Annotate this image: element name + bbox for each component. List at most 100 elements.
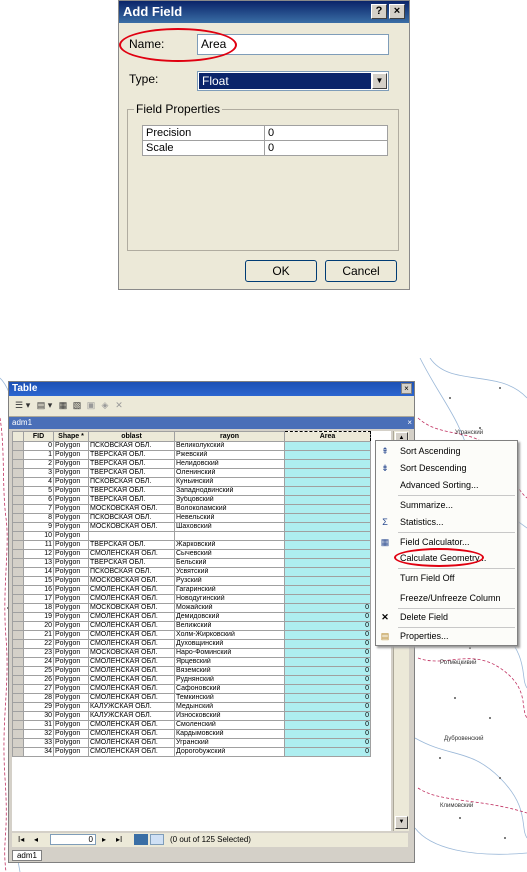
table-row[interactable]: 19 Polygon СМОЛЕНСКАЯ ОБЛ. Демидовский 0	[12, 612, 371, 622]
row-selector[interactable]	[12, 675, 24, 685]
zoom-to-selected-icon[interactable]: ◈	[99, 400, 111, 411]
table-row[interactable]: 30 Polygon КАЛУЖСКАЯ ОБЛ. Износковский 0	[12, 711, 371, 721]
cell-rayon[interactable]	[174, 531, 285, 541]
show-selected-records-icon[interactable]	[150, 834, 164, 845]
cell-fid[interactable]: 12	[23, 549, 54, 559]
table-row[interactable]: 29 Polygon КАЛУЖСКАЯ ОБЛ. Медынский 0	[12, 702, 371, 712]
cell-oblast[interactable]: СМОЛЕНСКАЯ ОБЛ.	[88, 729, 175, 739]
cell-area[interactable]: 0	[284, 603, 371, 613]
cell-fid[interactable]: 33	[23, 738, 54, 748]
cell-shape[interactable]: Polygon	[53, 612, 89, 622]
cell-rayon[interactable]: Куньинский	[174, 477, 285, 487]
cell-area[interactable]: 0	[284, 612, 371, 622]
table-row[interactable]: 28 Polygon СМОЛЕНСКАЯ ОБЛ. Темкинский 0	[12, 693, 371, 703]
cell-shape[interactable]: Polygon	[53, 531, 89, 541]
table-row[interactable]: 8 Polygon ПСКОВСКАЯ ОБЛ. Невельский	[12, 513, 371, 523]
cell-area[interactable]	[284, 513, 371, 523]
cell-fid[interactable]: 15	[23, 576, 54, 586]
close-icon[interactable]: ×	[401, 383, 412, 394]
cell-fid[interactable]: 20	[23, 621, 54, 631]
cell-rayon[interactable]: Сафоновский	[174, 684, 285, 694]
cell-fid[interactable]: 18	[23, 603, 54, 613]
row-selector[interactable]	[12, 531, 24, 541]
row-selector[interactable]	[12, 504, 24, 514]
cell-oblast[interactable]: СМОЛЕНСКАЯ ОБЛ.	[88, 684, 175, 694]
cell-fid[interactable]: 16	[23, 585, 54, 595]
row-selector[interactable]	[12, 468, 24, 478]
cell-oblast[interactable]: МОСКОВСКАЯ ОБЛ.	[88, 522, 175, 532]
row-selector[interactable]	[12, 747, 24, 757]
property-value[interactable]: 0	[264, 140, 388, 156]
cell-rayon[interactable]: Велижский	[174, 621, 285, 631]
row-selector[interactable]	[12, 441, 24, 451]
row-selector[interactable]	[12, 711, 24, 721]
cell-rayon[interactable]: Вяземский	[174, 666, 285, 676]
cell-rayon[interactable]: Оленинский	[174, 468, 285, 478]
cell-oblast[interactable]: ТВЕРСКАЯ ОБЛ.	[88, 486, 175, 496]
previous-record-icon[interactable]: ◂	[34, 834, 38, 846]
cell-rayon[interactable]: Великолукский	[174, 441, 285, 451]
menu-item-turn-field-off[interactable]: Turn Field Off	[376, 571, 517, 585]
cell-oblast[interactable]: СМОЛЕНСКАЯ ОБЛ.	[88, 585, 175, 595]
table-options-icon[interactable]: ☰	[13, 400, 25, 411]
close-button[interactable]: ×	[389, 4, 405, 19]
cell-shape[interactable]: Polygon	[53, 594, 89, 604]
row-selector[interactable]	[12, 729, 24, 739]
cell-fid[interactable]: 29	[23, 702, 54, 712]
cell-shape[interactable]: Polygon	[53, 666, 89, 676]
cell-shape[interactable]: Polygon	[53, 441, 89, 451]
cell-rayon[interactable]: Демидовский	[174, 612, 285, 622]
cell-shape[interactable]: Polygon	[53, 513, 89, 523]
cell-area[interactable]	[284, 441, 371, 451]
table-row[interactable]: 6 Polygon ТВЕРСКАЯ ОБЛ. Зубцовский	[12, 495, 371, 505]
cell-fid[interactable]: 19	[23, 612, 54, 622]
menu-item-summarize[interactable]: Summarize...	[376, 498, 517, 512]
table-row[interactable]: 17 Polygon СМОЛЕНСКАЯ ОБЛ. Новодугинский	[12, 594, 371, 604]
cell-oblast[interactable]: СМОЛЕНСКАЯ ОБЛ.	[88, 594, 175, 604]
row-selector[interactable]	[12, 450, 24, 460]
cell-area[interactable]	[284, 594, 371, 604]
cell-fid[interactable]: 25	[23, 666, 54, 676]
table-row[interactable]: 23 Polygon МОСКОВСКАЯ ОБЛ. Наро-Фоминский 0	[12, 648, 371, 658]
cell-fid[interactable]: 21	[23, 630, 54, 640]
show-all-records-icon[interactable]	[134, 834, 148, 845]
cell-shape[interactable]: Polygon	[53, 495, 89, 505]
column-header-area[interactable]: Area	[284, 431, 371, 442]
cell-area[interactable]	[284, 459, 371, 469]
cell-rayon[interactable]: Наро-Фоминский	[174, 648, 285, 658]
row-selector[interactable]	[12, 621, 24, 631]
table-row[interactable]: 24 Polygon СМОЛЕНСКАЯ ОБЛ. Ярцевский 0	[12, 657, 371, 667]
cell-area[interactable]: 0	[284, 675, 371, 685]
delete-selected-icon[interactable]: ✕	[113, 400, 125, 411]
cell-rayon[interactable]: Темкинский	[174, 693, 285, 703]
cell-fid[interactable]: 11	[23, 540, 54, 550]
cell-area[interactable]: 0	[284, 729, 371, 739]
cell-fid[interactable]: 1	[23, 450, 54, 460]
cell-fid[interactable]: 7	[23, 504, 54, 514]
cell-area[interactable]	[284, 558, 371, 568]
cell-oblast[interactable]: ПСКОВСКАЯ ОБЛ.	[88, 513, 175, 523]
help-button[interactable]: ?	[371, 4, 387, 19]
cell-area[interactable]: 0	[284, 711, 371, 721]
menu-item-advanced-sorting[interactable]: Advanced Sorting...	[376, 478, 517, 492]
cell-fid[interactable]: 5	[23, 486, 54, 496]
cell-shape[interactable]: Polygon	[53, 711, 89, 721]
cell-oblast[interactable]: ТВЕРСКАЯ ОБЛ.	[88, 558, 175, 568]
cell-rayon[interactable]: Нелидовский	[174, 459, 285, 469]
table-row[interactable]: 25 Polygon СМОЛЕНСКАЯ ОБЛ. Вяземский 0	[12, 666, 371, 676]
bottom-table-tab[interactable]: adm1	[12, 850, 42, 861]
cell-shape[interactable]: Polygon	[53, 504, 89, 514]
table-row[interactable]: 1 Polygon ТВЕРСКАЯ ОБЛ. Ржевский	[12, 450, 371, 460]
table-row[interactable]: 12 Polygon СМОЛЕНСКАЯ ОБЛ. Сычевский	[12, 549, 371, 559]
related-tables-icon[interactable]: ▤	[35, 400, 47, 411]
table-row[interactable]: 9 Polygon МОСКОВСКАЯ ОБЛ. Шаховский	[12, 522, 371, 532]
cell-oblast[interactable]: ТВЕРСКАЯ ОБЛ.	[88, 459, 175, 469]
row-selector[interactable]	[12, 657, 24, 667]
cell-area[interactable]: 0	[284, 666, 371, 676]
chevron-down-icon[interactable]: ▾	[25, 400, 31, 411]
cell-area[interactable]: 0	[284, 693, 371, 703]
row-selector[interactable]	[12, 513, 24, 523]
table-row[interactable]: 10 Polygon	[12, 531, 371, 541]
row-selector[interactable]	[12, 549, 24, 559]
cell-oblast[interactable]: ТВЕРСКАЯ ОБЛ.	[88, 450, 175, 460]
